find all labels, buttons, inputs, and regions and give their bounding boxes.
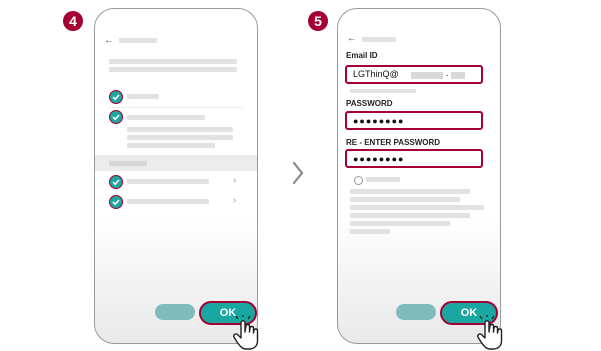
- email-label: Email ID: [346, 51, 378, 60]
- email-dot: .: [446, 68, 449, 78]
- step-4-badge: 4: [63, 11, 83, 31]
- reenter-password-field[interactable]: ●●●●●●●●: [345, 149, 483, 168]
- terms-line-1: [350, 189, 470, 194]
- section-header: [95, 155, 257, 171]
- terms-line-5: [350, 221, 450, 226]
- title-placeholder: [362, 37, 396, 42]
- back-arrow-icon[interactable]: ←: [104, 35, 114, 46]
- password-value: ●●●●●●●●: [353, 116, 405, 126]
- left-phone-screen: ← › › OK: [94, 8, 258, 344]
- chevron-right-icon[interactable]: ›: [233, 175, 236, 186]
- option-2-desc-3: [127, 143, 215, 148]
- chevron-right-icon[interactable]: ›: [233, 195, 236, 206]
- chevron-right-icon: [292, 161, 304, 185]
- check-circle-icon[interactable]: [109, 175, 123, 189]
- option-2-desc-1: [127, 127, 233, 132]
- check-circle-icon[interactable]: [109, 195, 123, 209]
- email-tld-mask: [451, 72, 465, 79]
- consent-label: [366, 177, 400, 182]
- section-header-label: [109, 161, 147, 166]
- cancel-button[interactable]: [155, 304, 195, 320]
- step-5-badge: 5: [308, 11, 328, 31]
- back-arrow-icon[interactable]: ←: [347, 33, 357, 44]
- consent-radio[interactable]: [354, 176, 363, 185]
- divider: [109, 107, 243, 108]
- option-1-label: [127, 94, 159, 99]
- cancel-button[interactable]: [396, 304, 436, 320]
- option-4-label: [127, 199, 209, 204]
- option-3-label: [127, 179, 209, 184]
- email-value: LGThinQ@: [353, 69, 399, 79]
- tap-hand-icon: [233, 315, 259, 350]
- password-label: PASSWORD: [346, 99, 393, 108]
- terms-line-3: [350, 205, 484, 210]
- title-placeholder: [119, 38, 157, 43]
- right-phone-screen: ← Email ID LGThinQ@ . PASSWORD ●●●●●●●● …: [337, 8, 501, 344]
- email-domain-mask: [411, 72, 443, 79]
- reenter-password-label: RE - ENTER PASSWORD: [346, 138, 441, 147]
- reenter-password-value: ●●●●●●●●: [353, 154, 405, 164]
- option-2-label: [127, 115, 205, 120]
- email-hint: [350, 89, 416, 93]
- terms-line-6: [350, 229, 390, 234]
- description-line-1: [109, 59, 237, 64]
- tap-hand-icon: [477, 315, 503, 350]
- description-line-2: [109, 67, 237, 72]
- terms-line-4: [350, 213, 470, 218]
- password-field[interactable]: ●●●●●●●●: [345, 111, 483, 130]
- terms-line-2: [350, 197, 460, 202]
- check-circle-icon[interactable]: [109, 110, 123, 124]
- check-circle-icon[interactable]: [109, 90, 123, 104]
- email-field[interactable]: LGThinQ@ .: [345, 65, 483, 84]
- option-2-desc-2: [127, 135, 233, 140]
